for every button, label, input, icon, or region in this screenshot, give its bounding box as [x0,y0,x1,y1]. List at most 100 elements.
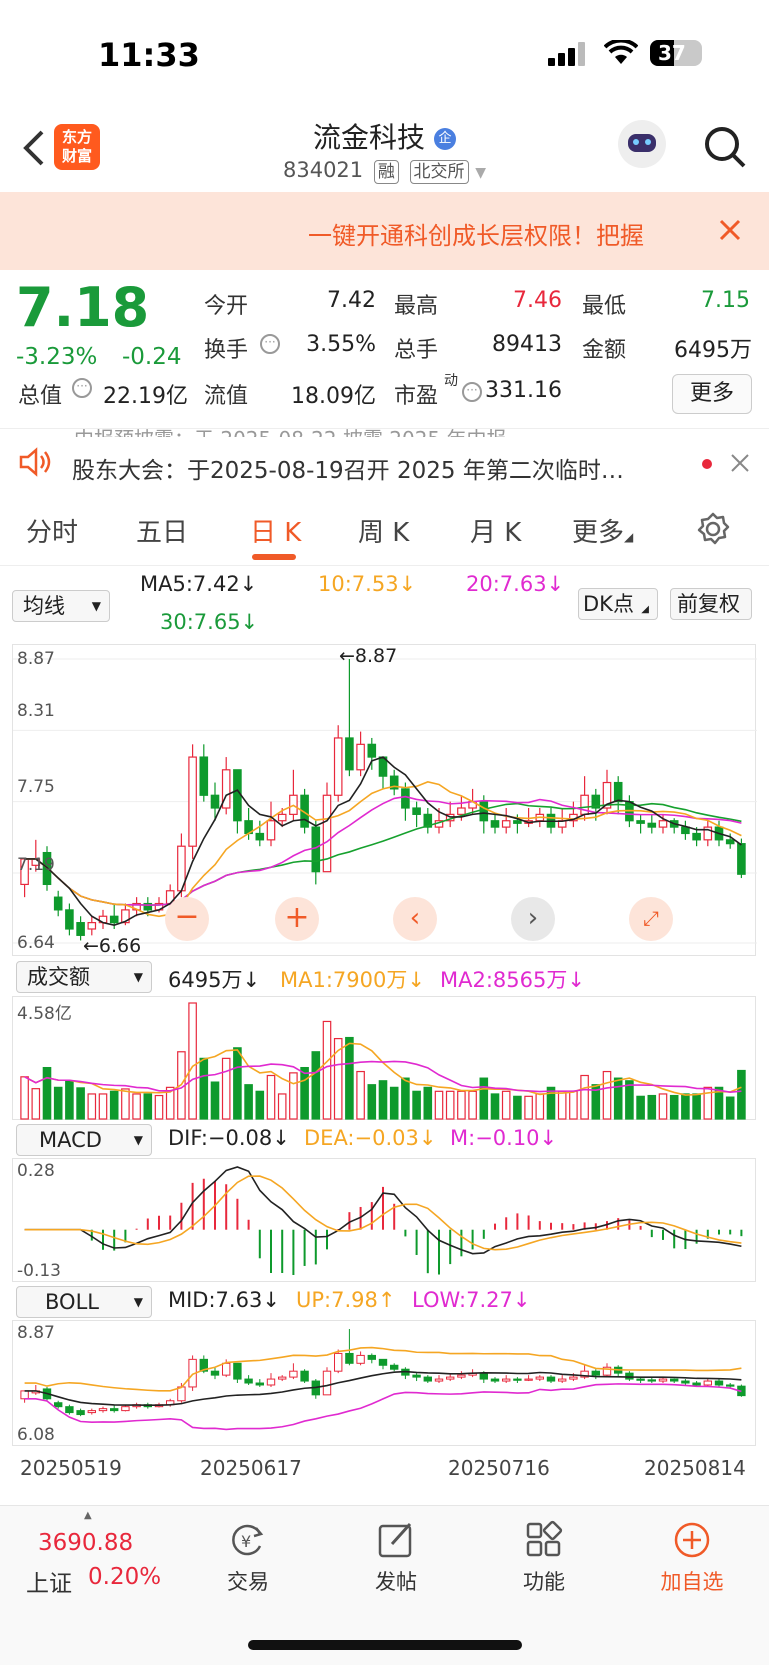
amount-value: 6495万 [674,338,752,363]
candle-body [53,896,63,911]
candle-body [311,826,321,873]
boll-candle-body [558,1378,567,1382]
tab-intraday[interactable]: 分时 [26,512,78,549]
boll-candle-body [65,1406,74,1414]
boll-chart[interactable]: 8.87 6.08 [12,1320,756,1446]
candle-body [367,743,377,758]
candle-body [188,756,197,847]
info-icon[interactable]: ··· [462,382,482,402]
macd-chart[interactable]: 0.28 -0.13 [12,1158,756,1282]
boll-candle-body [625,1372,634,1380]
volume-bar [389,1086,399,1120]
boll-mid: MID:7.63↓ [168,1288,280,1312]
notice-text[interactable]: 股东大会：于2025-08-19召开 2025 年第二次临时… [72,451,624,485]
trade-icon: ¥ [232,1524,264,1556]
boll-candle-body [647,1379,656,1382]
candle-body [87,922,97,930]
dk-point-select[interactable]: DK点 ◢ [578,588,658,620]
volume-select[interactable]: 成交额 ▼ [16,961,152,993]
macd-dif: DIF:−0.08↓ [168,1126,290,1150]
volume-bar [625,1080,634,1120]
candle-body [356,743,365,771]
notice-bar[interactable]: 中报预披露：于 2025-08-22 披露 2025 年中报 股东大会：于202… [0,427,769,496]
nav-post[interactable]: 发帖 [346,1520,446,1596]
boll-candle-body [569,1376,578,1380]
volume-bar [255,1090,265,1120]
volume-bar [233,1047,242,1120]
search-icon[interactable] [702,124,748,170]
volume-bar [109,1090,119,1120]
gear-icon[interactable] [696,512,730,546]
volume-chart[interactable]: 4.58亿 [12,996,756,1120]
zoom-out-button[interactable]: − [165,897,209,941]
scroll-left-button[interactable]: ‹ [393,897,437,941]
indicator-select[interactable]: 均线 ▼ [12,590,110,622]
battery-level: 37 [658,41,686,65]
boll-candle-body [670,1378,679,1382]
macd-y-top: 0.28 [17,1161,55,1181]
zoom-in-button[interactable]: + [275,897,319,941]
kline-chart[interactable]: 8.87 8.31 7.75 7.19 6.64 ←8.87 ←6.66 − +… [12,644,757,957]
close-icon[interactable] [730,453,750,473]
info-icon[interactable]: ··· [260,334,280,354]
mcap-label: 总值 [18,384,63,409]
tab-weekly-k[interactable]: 周 K [358,512,409,549]
volume-bar [76,1087,85,1120]
index-value[interactable]: 3690.88 [38,1530,133,1556]
volume-label: 总手 [394,338,439,363]
low-value: 7.15 [701,288,750,313]
status-bar: 11:33 37 [0,0,769,110]
volume-bar [188,1002,197,1120]
boll-select[interactable]: BOLL ▼ [16,1286,152,1318]
dropdown-arrow-icon: ▼ [475,165,486,181]
tab-daily-k[interactable]: 日 K [250,512,301,549]
volume-bar [501,1090,511,1120]
dropdown-arrow-icon: ▼ [91,599,101,613]
boll-candle-body [244,1378,253,1384]
volume-value-label: 6495万↓ [168,968,261,992]
close-icon[interactable] [718,218,742,242]
tab-5day[interactable]: 五日 [136,512,188,549]
nav-add-watchlist[interactable]: 加自选 [642,1520,742,1596]
promo-text[interactable]: 一键开通科创成长层权限！把握 [308,216,688,251]
stock-header: 东方 财富 流金科技 企 834021 融 北交所 ▼ [0,110,769,192]
tab-monthly-k[interactable]: 月 K [470,512,521,549]
volume-bar [244,1084,253,1120]
nav-function[interactable]: 功能 [494,1520,594,1596]
volume-select-label: 成交额 [27,965,90,989]
volume-bar [378,1080,388,1120]
grid-icon [526,1520,563,1557]
index-change[interactable]: 0.20% [88,1564,161,1590]
volume-bar [289,1072,298,1120]
more-button[interactable]: 更多 [672,374,752,414]
boll-low: LOW:7.27↓ [412,1288,531,1312]
scroll-right-button[interactable]: › [511,897,555,941]
date-label: 20250814 [644,1456,746,1480]
expand-arrow-icon[interactable]: ▲ [84,1510,92,1521]
index-name[interactable]: 上证 [26,1564,72,1598]
low-marker: ←6.66 [83,935,142,957]
volume-bar [98,1093,108,1120]
tab-more[interactable]: 更多◢ [572,512,633,549]
pe-label: 市盈 [394,384,439,409]
volume-y-top: 4.58亿 [17,1004,72,1024]
fullscreen-button[interactable]: ⤢ [629,897,673,941]
boll-candle-body [367,1354,376,1360]
promo-banner[interactable]: 一键开通科创成长层权限！把握 [0,192,769,270]
volume-bar [580,1074,589,1120]
nav-trade[interactable]: ¥ 交易 [198,1520,298,1596]
robot-assistant-icon[interactable] [618,120,666,168]
volume-bar [669,1094,679,1120]
volume-bar [613,1077,623,1120]
nav-function-label: 功能 [523,1570,565,1594]
volume-bar [42,1066,52,1120]
ma20-label: 20:7.63↓ [466,572,565,596]
period-tabs: 分时 五日 日 K 周 K 月 K 更多◢ [0,496,769,566]
volume-bar [356,1070,365,1120]
info-icon[interactable]: ··· [72,378,92,398]
volume-bar [132,1093,141,1120]
macd-select[interactable]: MACD ▼ [16,1124,152,1156]
dropdown-arrow-icon: ▼ [133,1133,143,1147]
volume-bar [300,1066,309,1120]
adjust-select[interactable]: 前复权 [670,588,752,620]
